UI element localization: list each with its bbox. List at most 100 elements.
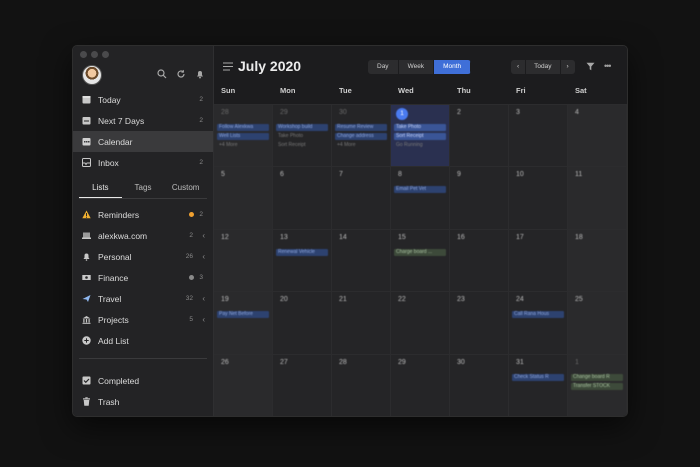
sidebar-item-travel[interactable]: Travel 32 ‹ (73, 288, 213, 309)
calendar-day-cell[interactable]: 22 (391, 291, 450, 354)
sidebar-item-label: Trash (98, 396, 120, 407)
calendar-event[interactable]: Check Status R (512, 373, 564, 381)
calendar-day-cell[interactable]: 10 (509, 166, 568, 229)
tab-lists[interactable]: Lists (79, 180, 122, 198)
view-month-button[interactable]: Month (434, 60, 472, 74)
avatar[interactable] (82, 65, 102, 85)
calendar-day-cell[interactable]: 1 Change board R Transfer STOCK (568, 353, 627, 416)
tab-tags[interactable]: Tags (122, 180, 165, 198)
calendar-event[interactable]: Pay Net Before (217, 311, 269, 319)
view-day-button[interactable]: Day (368, 60, 399, 74)
calendar-day-cell[interactable]: 26 (214, 353, 273, 416)
calendar-day-cell[interactable]: 4 (568, 104, 627, 167)
calendar-event[interactable]: Email Pet Vet (394, 186, 446, 194)
sidebar-item-inbox[interactable]: Inbox 2 (73, 152, 213, 173)
sidebar-item-finance[interactable]: Finance 3 (73, 267, 213, 288)
calendar-event[interactable]: Change address (335, 133, 387, 140)
calendar-day-cell[interactable]: 30 Resume Review Change address +4 More (332, 104, 391, 167)
sidebar-item-reminders[interactable]: Reminders 2 (73, 204, 213, 225)
calendar-day-cell[interactable]: 25 (568, 291, 627, 354)
sidebar-item-personal[interactable]: Personal 26 ‹ (73, 246, 213, 267)
zoom-window-button[interactable] (102, 51, 109, 58)
calendar-event[interactable]: Go Running (394, 142, 446, 149)
calendar-day-cell[interactable]: 8 Email Pet Vet (391, 166, 450, 229)
item-count: 5 (189, 316, 193, 323)
weekday-label: Tue (339, 86, 352, 95)
calendar-day-cell[interactable]: 27 (273, 353, 332, 416)
calendar-day-cell[interactable]: 29 Workshop build Take Photo Sort Receipt (273, 104, 332, 167)
calendar-day-cell[interactable]: 15 Charge board ... (391, 228, 450, 292)
calendar-event[interactable]: Take Photo (276, 133, 328, 140)
calendar-day-cell[interactable]: 29 (391, 353, 450, 416)
add-list-button[interactable]: Add List (73, 330, 213, 351)
search-icon[interactable] (157, 69, 167, 79)
app-window: Today 2 Next 7 Days 2 Calendar Inbox 2 L… (72, 45, 628, 417)
calendar-day-cell[interactable]: 6 (273, 166, 332, 229)
filter-icon[interactable] (586, 62, 595, 71)
chevron-left-icon[interactable]: ‹ (202, 315, 205, 324)
calendar-day-cell[interactable]: 7 (332, 166, 391, 229)
chevron-left-icon[interactable]: ‹ (202, 294, 205, 303)
day-number: 28 (339, 358, 347, 366)
calendar-event[interactable]: +4 More (335, 142, 387, 149)
close-window-button[interactable] (80, 51, 87, 58)
previous-month-button[interactable]: ‹ (511, 60, 525, 74)
sync-icon[interactable] (176, 69, 186, 79)
today-button[interactable]: Today (525, 60, 561, 74)
sidebar-item-completed[interactable]: Completed (73, 370, 213, 391)
calendar-day-cell[interactable]: 12 (214, 228, 273, 292)
calendar-event[interactable]: Sort Receipt (394, 133, 446, 140)
calendar-day-cell[interactable]: 28 Follow Alexkwa Well Lists +4 More (214, 104, 273, 167)
calendar-day-cell[interactable]: 9 (450, 166, 509, 229)
calendar-day-cell[interactable]: 3 (509, 104, 568, 167)
calendar-event[interactable]: Charge board ... (394, 248, 446, 256)
calendar-event[interactable]: +4 More (217, 142, 269, 149)
calendar-day-cell[interactable]: 28 (332, 353, 391, 416)
calendar-day-cell[interactable]: 24 Call Rana Hous (509, 291, 568, 354)
sidebar-item-label: Next 7 Days (98, 115, 145, 126)
calendar-event[interactable]: Renewal Vehicle (276, 248, 328, 256)
calendar-day-cell[interactable]: 20 (273, 291, 332, 354)
calendar-day-cell[interactable]: 14 (332, 228, 391, 292)
more-options-icon[interactable]: ••• (604, 61, 612, 71)
sidebar-item-trash[interactable]: Trash (73, 391, 213, 412)
calendar-day-cell[interactable]: 5 (214, 166, 273, 229)
tab-custom[interactable]: Custom (164, 180, 207, 198)
sidebar-item-next-7-days[interactable]: Next 7 Days 2 (73, 110, 213, 131)
sidebar-item-alexkwa[interactable]: alexkwa.com 2 ‹ (73, 225, 213, 246)
calendar-day-cell[interactable]: 18 (568, 228, 627, 292)
add-list-label: Add List (98, 335, 129, 346)
calendar-day-cell[interactable]: 16 (450, 228, 509, 292)
calendar-day-cell[interactable]: 1 Take Photo Sort Receipt Go Running (391, 104, 450, 167)
calendar-event[interactable]: Well Lists (217, 133, 269, 140)
sidebar-item-calendar[interactable]: Calendar (73, 131, 213, 152)
calendar-day-cell[interactable]: 30 (450, 353, 509, 416)
calendar-event[interactable]: Take Photo (394, 124, 446, 131)
calendar-event[interactable]: Follow Alexkwa (217, 124, 269, 131)
sidebar-item-today[interactable]: Today 2 (73, 89, 213, 110)
calendar-event[interactable]: Resume Review (335, 124, 387, 131)
calendar-event[interactable]: Transfer STOCK (571, 382, 623, 390)
calendar-event[interactable]: Sort Receipt (276, 142, 328, 149)
calendar-day-cell[interactable]: 13 Renewal Vehicle (273, 228, 332, 292)
chevron-left-icon[interactable]: ‹ (202, 252, 205, 261)
calendar-day-cell[interactable]: 2 (450, 104, 509, 167)
calendar-day-cell[interactable]: 17 (509, 228, 568, 292)
calendar-day-cell[interactable]: 31 Check Status R (509, 353, 568, 416)
calendar-day-cell[interactable]: 11 (568, 166, 627, 229)
calendar-day-cell[interactable]: 21 (332, 291, 391, 354)
calendar-day-cell[interactable]: 23 (450, 291, 509, 354)
minimize-window-button[interactable] (91, 51, 98, 58)
next-month-button[interactable]: › (561, 60, 575, 74)
calendar-event[interactable]: Call Rana Hous (512, 311, 564, 319)
calendar-day-cell[interactable]: 19 Pay Net Before (214, 291, 273, 354)
sidebar-item-projects[interactable]: Projects 5 ‹ (73, 309, 213, 330)
bell-icon[interactable] (195, 69, 205, 79)
day-number: 11 (575, 171, 583, 179)
chevron-left-icon[interactable]: ‹ (202, 231, 205, 240)
view-week-button[interactable]: Week (399, 60, 435, 74)
menu-icon[interactable] (223, 62, 233, 71)
item-count: 2 (199, 211, 203, 218)
calendar-event[interactable]: Change board R (571, 373, 623, 381)
calendar-event[interactable]: Workshop build (276, 124, 328, 131)
